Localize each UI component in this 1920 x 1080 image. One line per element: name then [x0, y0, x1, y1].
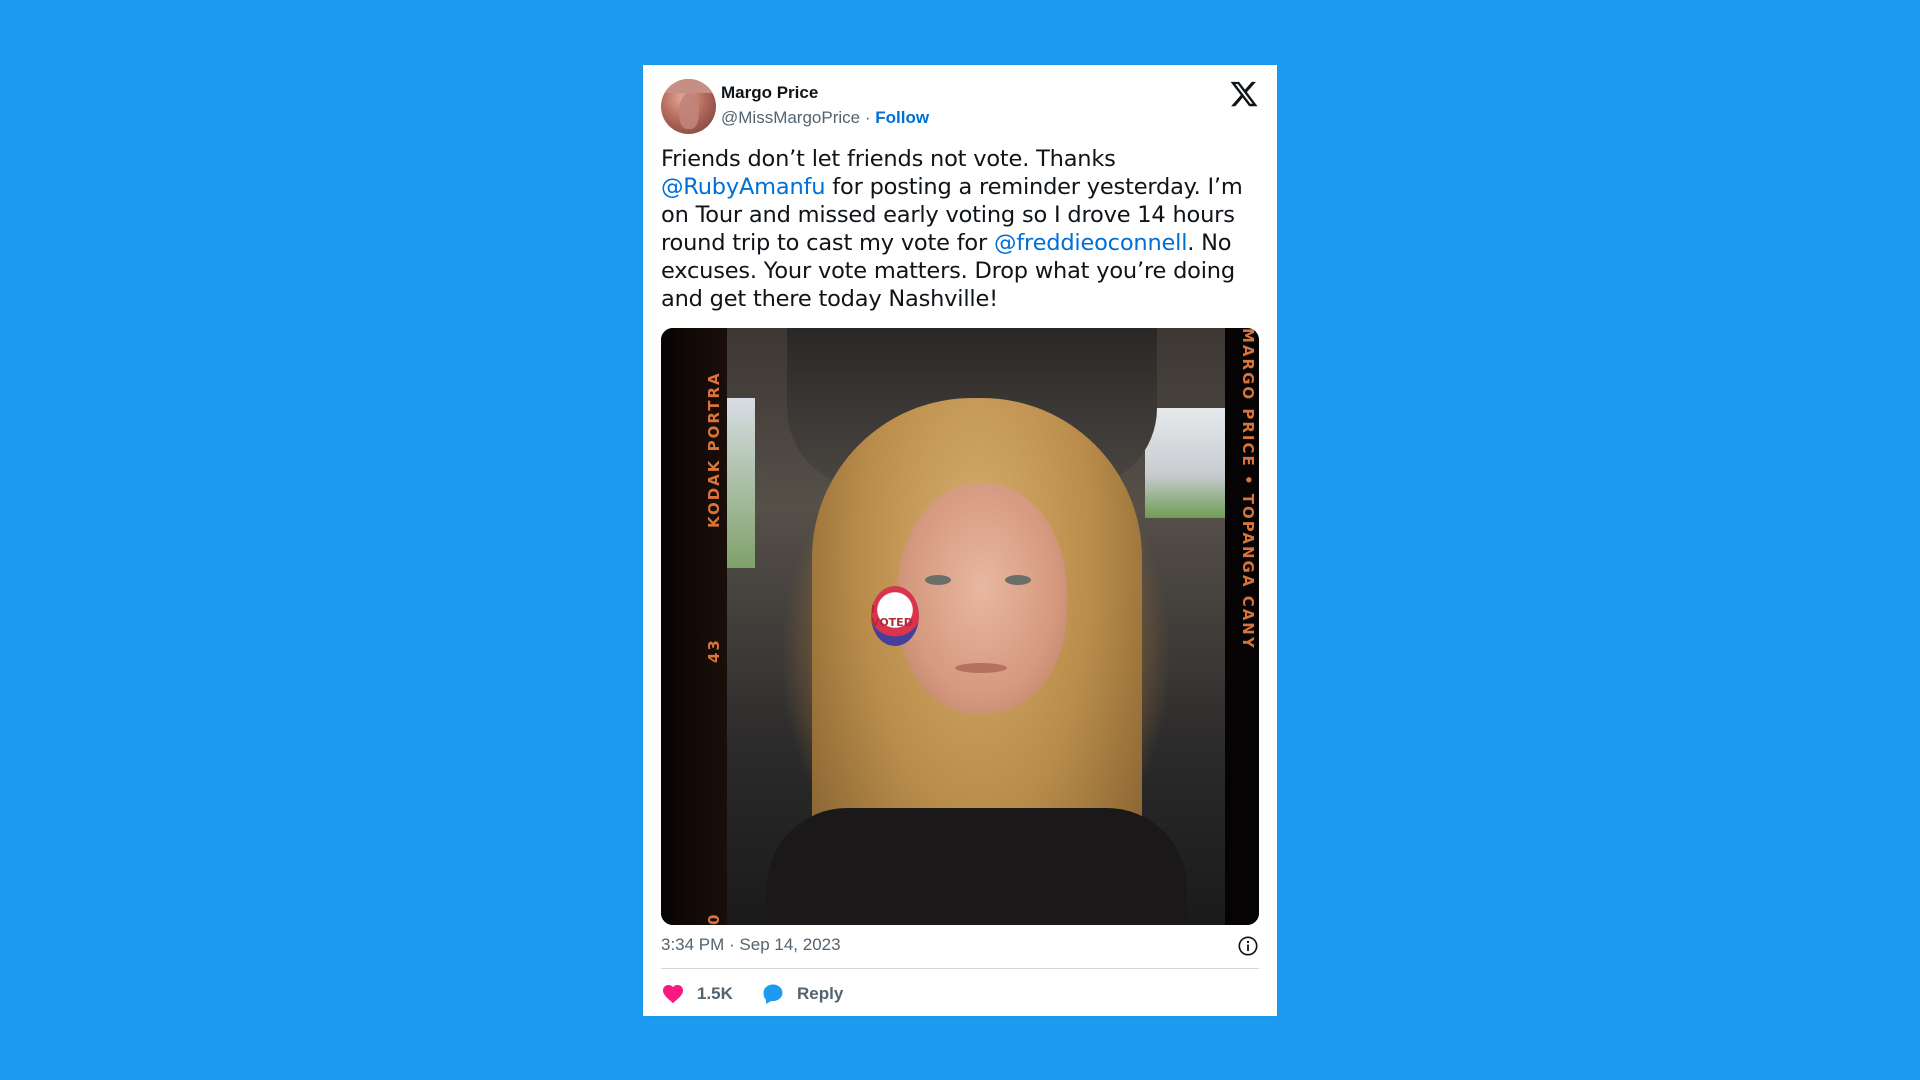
divider — [661, 968, 1259, 969]
like-count: 1.5K — [697, 984, 733, 1003]
person-face — [897, 483, 1067, 713]
film-edge-label: KODAK PORTRA — [705, 371, 723, 528]
person-mouth — [955, 663, 1007, 673]
reply-label: Reply — [797, 984, 844, 1003]
x-logo-icon[interactable] — [1229, 79, 1259, 109]
i-voted-sticker: I VOTED — [871, 586, 919, 646]
mention-link[interactable]: @RubyAmanfu — [661, 174, 826, 200]
tweet-text: Friends don’t let friends not vote. Than… — [661, 145, 1261, 313]
tweet-card: Margo Price @MissMargoPrice · Follow Fri… — [643, 65, 1277, 1016]
tweet-media-photo[interactable]: I VOTED KODAK PORTRA 43 0 MARGO PRICE • … — [661, 328, 1259, 925]
info-icon[interactable] — [1237, 935, 1259, 957]
like-button[interactable]: 1.5K — [661, 981, 733, 1007]
speech-bubble-icon — [763, 984, 783, 1004]
avatar-figure — [679, 93, 699, 129]
person-eye — [925, 575, 951, 585]
reply-button[interactable]: Reply — [761, 981, 843, 1007]
photo-content: I VOTED — [727, 328, 1225, 925]
author-name[interactable]: Margo Price — [721, 83, 818, 103]
film-edge-label: MARGO PRICE • TOPANGA CANY — [1239, 328, 1257, 650]
film-edge-text-left: KODAK PORTRA 43 0 — [705, 328, 725, 925]
handle-separator: · — [864, 108, 871, 127]
author-handle[interactable]: @MissMargoPrice — [721, 108, 860, 127]
car-window-left — [727, 398, 755, 568]
tweet-meta-row: 3:34 PM · Sep 14, 2023 — [661, 935, 1259, 959]
tweet-timestamp[interactable]: 3:34 PM · Sep 14, 2023 — [661, 935, 841, 955]
heart-icon — [663, 985, 683, 1004]
person-eye — [1005, 575, 1031, 585]
car-window-right — [1145, 408, 1225, 518]
film-edge-label: 0 — [705, 912, 723, 925]
person-shirt — [767, 808, 1187, 925]
follow-button[interactable]: Follow — [875, 108, 929, 127]
film-edge-label: 43 — [705, 638, 723, 663]
author-handle-row: @MissMargoPrice · Follow — [721, 108, 929, 128]
avatar[interactable] — [661, 79, 716, 134]
mention-link[interactable]: @freddieoconnell — [994, 230, 1187, 256]
film-edge-text-right: MARGO PRICE • TOPANGA CANY — [1229, 328, 1257, 925]
avatar-sky — [661, 79, 716, 93]
tweet-text-part: Friends don’t let friends not vote. Than… — [661, 146, 1116, 172]
